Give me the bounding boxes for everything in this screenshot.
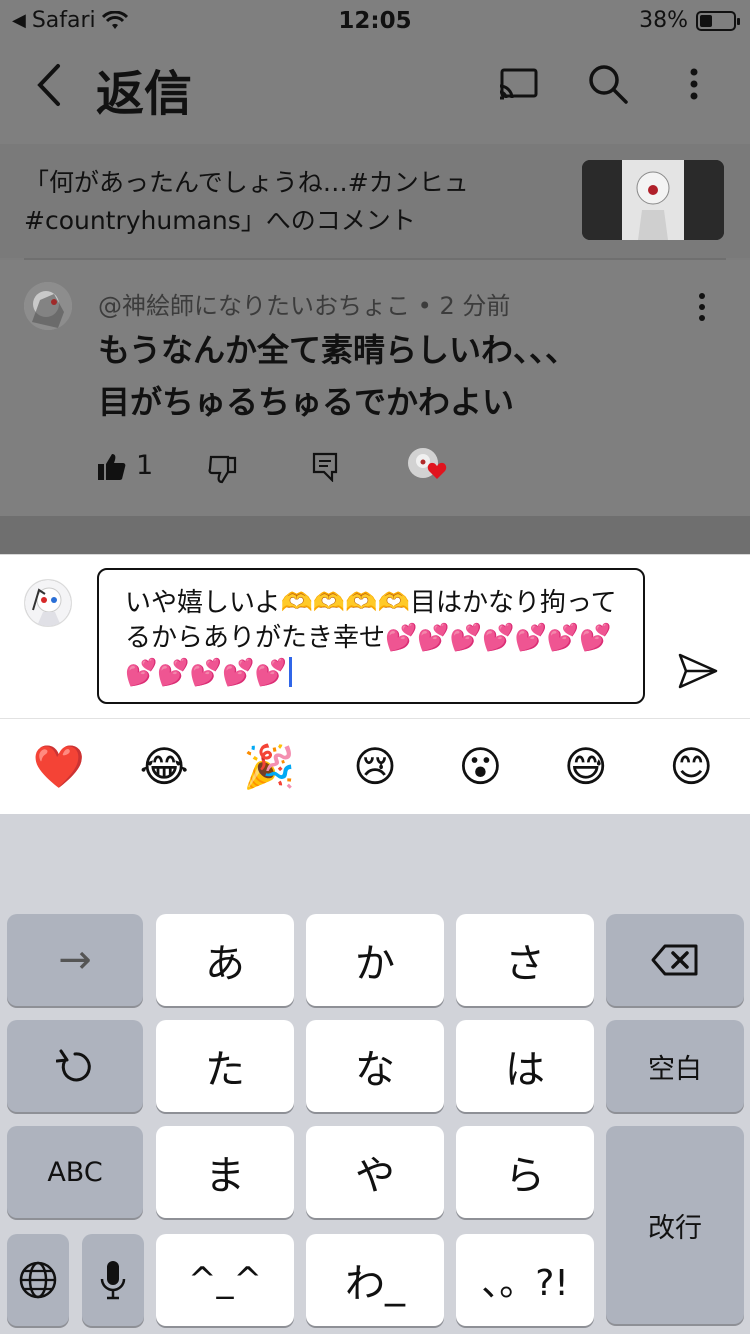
status-time: 12:05 [338,8,412,34]
key-ha[interactable]: は [456,1020,594,1112]
search-icon[interactable] [586,62,630,106]
reply-input[interactable]: いや嬉しいよ🫶🫶🫶🫶目はかなり拘ってるからありがたき幸せ💕💕💕💕💕💕💕💕💕💕💕💕 [97,568,645,704]
emoji-party-popper-button[interactable]: 🎉 [235,742,305,792]
thumbs-up-icon[interactable] [96,452,126,482]
reply-input-text: いや嬉しいよ🫶🫶🫶🫶目はかなり拘ってるからありがたき幸せ💕💕💕💕💕💕💕💕💕💕💕💕 [125,588,617,688]
backspace-icon [651,944,698,976]
app-bar: 返信 [0,40,750,144]
key-a[interactable]: あ [156,914,294,1006]
key-na[interactable]: な [306,1020,444,1112]
commenter-avatar[interactable] [24,282,72,330]
reply-comment-icon[interactable] [312,452,338,482]
text-caret [288,657,292,687]
comment-more-icon[interactable] [690,290,714,324]
cast-icon[interactable] [496,62,540,106]
video-context[interactable]: 「何があったんでしょうね…#カンヒュ #countryhumans」へのコメント [0,144,750,258]
battery-icon [696,10,740,31]
heart-icon [427,462,447,479]
microphone-icon [100,1261,126,1300]
comment-actions: 1 [96,448,656,488]
comment-meta: @神絵師になりたいおちょこ • 2 分前 [98,292,511,320]
video-thumbnail[interactable] [582,160,724,240]
japanese-kana-keyboard: → あ か さ た な は 空白 ABC ま や ら 改行 ^_^ わ_ 、。?… [0,814,750,1334]
comment-author[interactable]: @神絵師になりたいおちょこ [98,292,410,320]
key-wa[interactable]: わ_ [306,1234,444,1326]
status-bar: ◀ Safari 12:05 38% [0,0,750,40]
key-ma[interactable]: ま [156,1126,294,1218]
emoji-crying-button[interactable]: 😢 [340,742,410,791]
key-ra[interactable]: ら [456,1126,594,1218]
thumbs-down-icon[interactable] [208,454,238,484]
key-abc[interactable]: ABC [7,1126,143,1218]
emoji-sweat-smile-button[interactable]: 😅 [551,742,621,791]
undo-icon [56,1049,91,1082]
key-ta[interactable]: た [156,1020,294,1112]
like-count: 1 [136,450,154,481]
comment-text-line: 目がちゅるちゅるでかわよい [98,383,515,421]
key-ya[interactable]: や [306,1126,444,1218]
emoji-surprised-button[interactable]: 😮 [445,742,515,791]
key-arrow-right[interactable]: → [7,914,143,1006]
key-undo[interactable] [7,1020,143,1112]
key-kaomoji[interactable]: ^_^ [156,1234,294,1326]
comment: @神絵師になりたいおちょこ • 2 分前 もうなんか全て素晴らしいわ、、、 目が… [0,260,750,516]
more-vert-icon[interactable] [672,62,716,106]
emoji-heart-button[interactable]: ❤️ [24,742,94,792]
page-title: 返信 [96,66,193,122]
next-comment-peek [0,516,750,554]
quick-emoji-bar: ❤️ 😂 🎉 😢 😮 😅 😊 [0,718,750,814]
context-text: 「何があったんでしょうね…#カンヒュ #countryhumans」へのコメント [24,168,469,235]
key-return[interactable]: 改行 [606,1126,744,1324]
key-sa[interactable]: さ [456,914,594,1006]
globe-icon [19,1261,57,1299]
key-dictation[interactable] [82,1234,144,1326]
reply-composer: いや嬉しいよ🫶🫶🫶🫶目はかなり拘ってるからありがたき幸せ💕💕💕💕💕💕💕💕💕💕💕💕 [0,554,750,718]
emoji-smile-button[interactable]: 😊 [656,742,726,791]
key-ka[interactable]: か [306,914,444,1006]
comment-text-line: もうなんか全て素晴らしいわ、、、 [98,331,578,369]
emoji-tears-of-joy-button[interactable]: 😂 [129,742,199,791]
comment-time: 2 分前 [439,292,511,320]
comment-text: もうなんか全て素晴らしいわ、、、 目がちゅるちゅるでかわよい [98,324,698,428]
key-punctuation[interactable]: 、。?! [456,1234,594,1326]
my-avatar [24,579,72,627]
key-globe[interactable] [7,1234,69,1326]
battery-percent: 38% [639,8,688,33]
key-space[interactable]: 空白 [606,1020,744,1112]
send-icon[interactable] [676,649,720,693]
key-backspace[interactable] [606,914,744,1006]
back-arrow-icon[interactable] [30,60,70,110]
